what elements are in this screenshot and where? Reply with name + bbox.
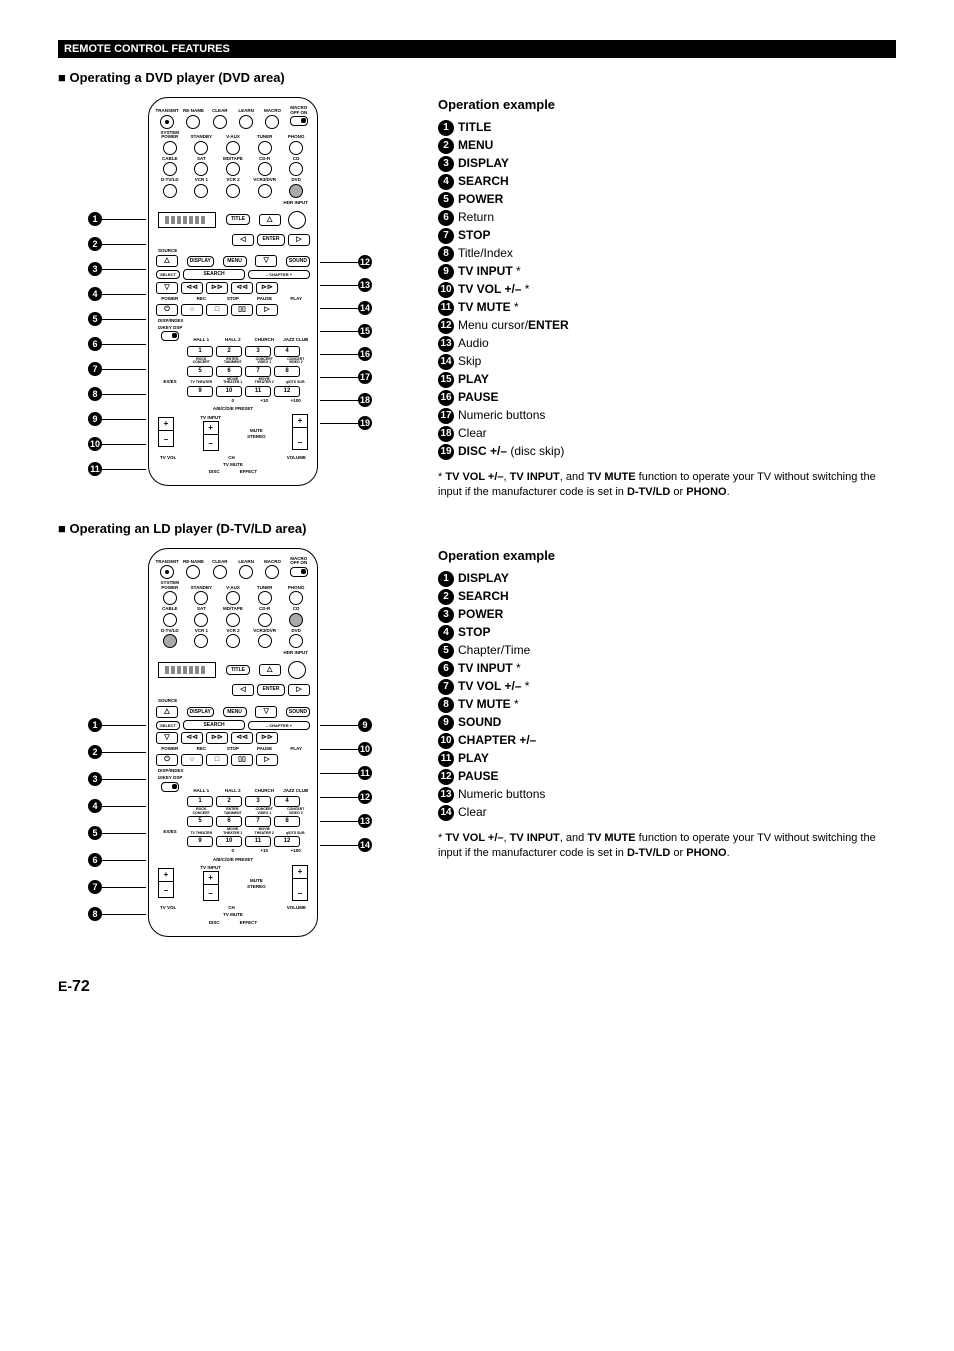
callout-bullet: 6 <box>88 853 102 867</box>
ops-item: 10CHAPTER +/– <box>438 733 896 749</box>
callout-bullet: 4 <box>88 287 102 301</box>
callout-bullet: 14 <box>358 838 372 852</box>
ops-item: 14Skip <box>438 354 896 370</box>
ops-item: 19DISC +/– (disc skip) <box>438 444 896 460</box>
ops-item: 6TV INPUT * <box>438 661 896 677</box>
callout-bullet: 11 <box>88 462 102 476</box>
ops-item: 9SOUND <box>438 715 896 731</box>
callout-bullet: 16 <box>358 347 372 361</box>
remote-diagram-1: TRANSMITRE-NAMECLEARLEARNMACROMACRO OFF … <box>58 97 408 501</box>
footnote-1: * TV VOL +/–, TV INPUT, and TV MUTE func… <box>438 470 896 501</box>
ops-item: 6Return <box>438 210 896 226</box>
callout-bullet: 12 <box>358 255 372 269</box>
callout-bullet: 13 <box>358 814 372 828</box>
callout-bullet: 2 <box>88 237 102 251</box>
ops-item: 3POWER <box>438 607 896 623</box>
callout-bullet: 9 <box>88 412 102 426</box>
callout-bullet: 5 <box>88 826 102 840</box>
remote-diagram-2: TRANSMITRE-NAMECLEARLEARNMACROMACRO OFF … <box>58 548 408 937</box>
callout-bullet: 10 <box>88 437 102 451</box>
callout-bullet: 3 <box>88 262 102 276</box>
ops-item: 8TV MUTE * <box>438 697 896 713</box>
callout-bullet: 1 <box>88 718 102 732</box>
ops-heading-1: Operation example <box>438 97 896 114</box>
callout-bullet: 9 <box>358 718 372 732</box>
callout-bullet: 11 <box>358 766 372 780</box>
section1-title: Operating a DVD player (DVD area) <box>58 70 896 87</box>
ops-list-1: 1TITLE 2MENU 3DISPLAY 4SEARCH 5POWER 6Return 7… <box>438 120 896 460</box>
callout-bullet: 7 <box>88 880 102 894</box>
callout-bullet: 2 <box>88 745 102 759</box>
ops-item: 7STOP <box>438 228 896 244</box>
ops-item: 9TV INPUT * <box>438 264 896 280</box>
ops-item: 14Clear <box>438 805 896 821</box>
ops-item: 4SEARCH <box>438 174 896 190</box>
ops-item: 5Chapter/Time <box>438 643 896 659</box>
callout-bullet: 5 <box>88 312 102 326</box>
callout-bullet: 8 <box>88 387 102 401</box>
section-header: REMOTE CONTROL FEATURES <box>58 40 896 58</box>
callout-bullet: 7 <box>88 362 102 376</box>
ops-item: 13Numeric buttons <box>438 787 896 803</box>
callout-bullet: 4 <box>88 799 102 813</box>
callout-bullet: 3 <box>88 772 102 786</box>
ops-item: 12Menu cursor/ENTER <box>438 318 896 334</box>
callout-bullet: 19 <box>358 416 372 430</box>
ops-item: 2SEARCH <box>438 589 896 605</box>
ops-list-2: 1DISPLAY 2SEARCH 3POWER 4STOP 5Chapter/Time 6… <box>438 571 896 821</box>
ops-item: 1TITLE <box>438 120 896 136</box>
ops-item: 12PAUSE <box>438 769 896 785</box>
ops-item: 11PLAY <box>438 751 896 767</box>
ops-item: 1DISPLAY <box>438 571 896 587</box>
callout-bullet: 13 <box>358 278 372 292</box>
footnote-2: * TV VOL +/–, TV INPUT, and TV MUTE func… <box>438 831 896 862</box>
ops-item: 7TV VOL +/– * <box>438 679 896 695</box>
ops-item: 18Clear <box>438 426 896 442</box>
callout-bullet: 10 <box>358 742 372 756</box>
callout-bullet: 14 <box>358 301 372 315</box>
ops-item: 16PAUSE <box>438 390 896 406</box>
ops-item: 13Audio <box>438 336 896 352</box>
ops-item: 2MENU <box>438 138 896 154</box>
callout-bullet: 15 <box>358 324 372 338</box>
callout-bullet: 17 <box>358 370 372 384</box>
callout-bullet: 8 <box>88 907 102 921</box>
callout-bullet: 1 <box>88 212 102 226</box>
ops-item: 8Title/Index <box>438 246 896 262</box>
section2-title: Operating an LD player (D-TV/LD area) <box>58 521 896 538</box>
callout-bullet: 6 <box>88 337 102 351</box>
ops-item: 17Numeric buttons <box>438 408 896 424</box>
ops-item: 4STOP <box>438 625 896 641</box>
ops-item: 10TV VOL +/– * <box>438 282 896 298</box>
callout-bullet: 12 <box>358 790 372 804</box>
ops-heading-2: Operation example <box>438 548 896 565</box>
ops-item: 15PLAY <box>438 372 896 388</box>
ops-item: 3DISPLAY <box>438 156 896 172</box>
page-number: E-72 <box>58 977 896 998</box>
callout-bullet: 18 <box>358 393 372 407</box>
ops-item: 11TV MUTE * <box>438 300 896 316</box>
ops-item: 5POWER <box>438 192 896 208</box>
